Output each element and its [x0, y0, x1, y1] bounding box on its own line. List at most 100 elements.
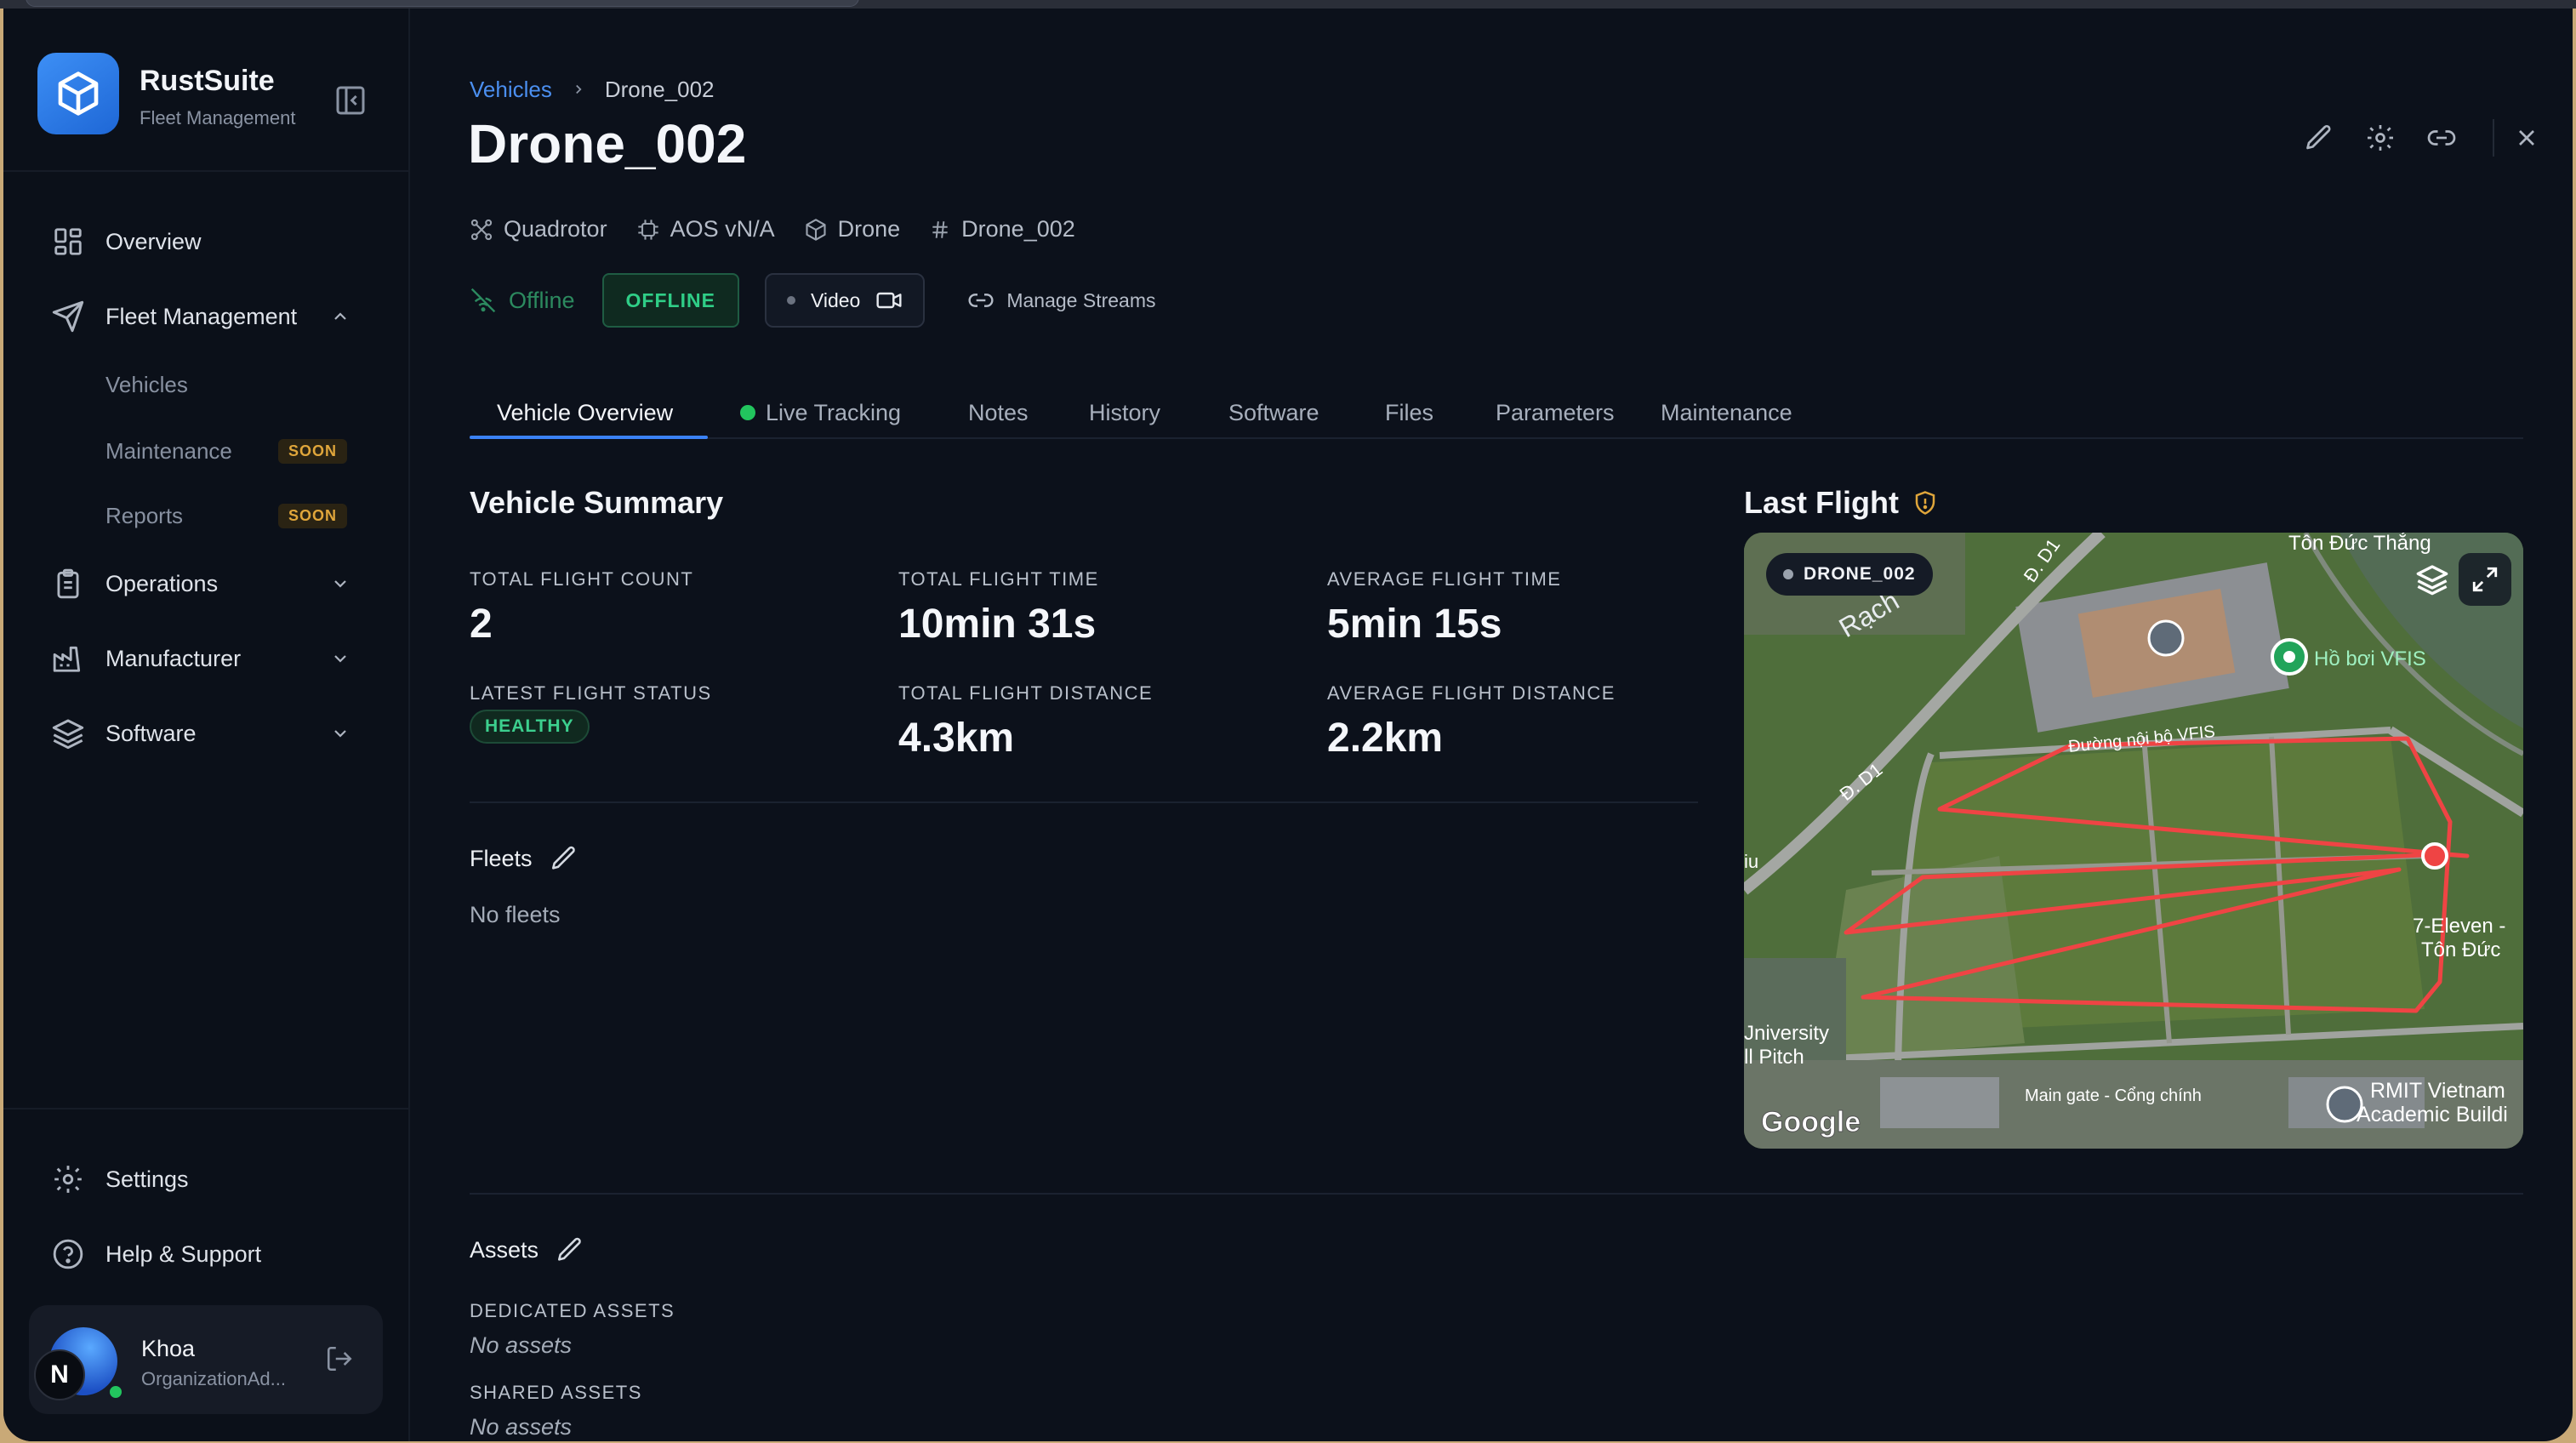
- nav-maintenance[interactable]: Maintenance SOON: [105, 427, 369, 475]
- edit-fleets-icon[interactable]: [550, 844, 578, 873]
- drone-icon: [470, 219, 493, 240]
- close-icon[interactable]: [2510, 121, 2544, 155]
- nav-fleet-management[interactable]: Fleet Management: [51, 291, 374, 342]
- meta-id: Drone_002: [929, 216, 1075, 242]
- breadcrumb-current: Drone_002: [604, 77, 715, 102]
- avg-flight-distance-label: AVERAGE FLIGHT DISTANCE: [1327, 682, 1616, 704]
- manage-streams-label: Manage Streams: [1006, 288, 1156, 311]
- map-label: Jniversity: [1744, 1022, 1829, 1045]
- school-pin-icon: [2147, 619, 2185, 657]
- video-button[interactable]: Video: [764, 273, 926, 328]
- total-flight-distance-label: TOTAL FLIGHT DISTANCE: [898, 682, 1154, 704]
- tab-label: Live Tracking: [766, 399, 902, 425]
- edit-pencil-icon[interactable]: [2302, 121, 2336, 155]
- tab-parameters[interactable]: Parameters: [1496, 386, 1615, 439]
- fleets-empty: No fleets: [470, 902, 561, 927]
- total-flight-count-label: TOTAL FLIGHT COUNT: [470, 568, 694, 590]
- map-vehicle-badge: DRONE_002: [1766, 553, 1933, 596]
- tab-history[interactable]: History: [1089, 386, 1160, 439]
- last-flight-map[interactable]: Tôn Đức Thắng Hồ bơi VFIS Đường nội bộ V…: [1744, 533, 2523, 1149]
- map-label: Main gate - Cổng chính: [2025, 1087, 2202, 1105]
- shield-warning-icon: [1915, 491, 1935, 515]
- chevron-right-icon: [571, 77, 586, 103]
- hash-icon: [932, 220, 948, 238]
- layers-icon[interactable]: [2406, 553, 2459, 606]
- vehicle-summary-title: Vehicle Summary: [470, 485, 724, 520]
- nav-software-label: Software: [105, 720, 197, 746]
- nav-operations-label: Operations: [105, 570, 219, 596]
- link-icon: [968, 294, 994, 307]
- nav-maintenance-label: Maintenance: [105, 437, 232, 464]
- current-position-marker[interactable]: [2421, 842, 2448, 870]
- factory-icon: [51, 642, 85, 676]
- tab-label: Maintenance: [1661, 399, 1792, 425]
- user-role: OrganizationAd...: [141, 1368, 286, 1389]
- assets-header: Assets: [470, 1235, 584, 1264]
- nav-software[interactable]: Software: [51, 708, 374, 759]
- tab-bar: Vehicle Overview Live Tracking Notes His…: [470, 378, 2523, 439]
- app-window: RustSuite Fleet Management Overview Flee…: [3, 9, 2573, 1441]
- total-flight-distance: 4.3km: [898, 716, 1015, 761]
- clipboard-icon: [51, 567, 85, 601]
- cube-logo-icon: [37, 53, 119, 134]
- breadcrumb-vehicles-link[interactable]: Vehicles: [470, 77, 552, 103]
- header-actions: [2300, 114, 2573, 162]
- nav-operations[interactable]: Operations: [51, 558, 374, 609]
- video-camera-icon: [876, 292, 902, 309]
- nav-vehicles-label: Vehicles: [105, 371, 188, 397]
- video-button-label: Video: [810, 288, 861, 311]
- meta-category: Drone: [804, 216, 900, 242]
- tab-software[interactable]: Software: [1228, 386, 1319, 439]
- soon-badge: SOON: [277, 504, 347, 528]
- tab-label: Software: [1228, 399, 1319, 425]
- manage-streams-link[interactable]: Manage Streams: [967, 287, 1156, 314]
- nav-vehicles[interactable]: Vehicles: [105, 361, 369, 408]
- assets-title: Assets: [470, 1236, 539, 1263]
- brand-subtitle: Fleet Management: [140, 107, 296, 128]
- last-flight-header: Last Flight: [1744, 485, 1938, 521]
- nav-manufacturer[interactable]: Manufacturer: [51, 633, 374, 684]
- user-card[interactable]: N Khoa OrganizationAd...: [29, 1305, 383, 1414]
- healthy-badge: HEALTHY: [470, 710, 590, 744]
- tab-live-tracking[interactable]: Live Tracking: [740, 386, 901, 439]
- nav-reports[interactable]: Reports SOON: [105, 492, 369, 539]
- nav-help[interactable]: Help & Support: [51, 1229, 374, 1280]
- tab-maintenance[interactable]: Maintenance: [1661, 386, 1792, 439]
- address-bar[interactable]: [26, 0, 859, 7]
- meta-id-label: Drone_002: [961, 216, 1075, 242]
- fleets-title: Fleets: [470, 845, 533, 871]
- help-circle-icon: [51, 1237, 85, 1271]
- nav-overview-label: Overview: [105, 228, 202, 254]
- status-row: Offline OFFLINE Video Manage Streams: [470, 272, 1156, 328]
- map-vehicle-badge-label: DRONE_002: [1804, 564, 1916, 584]
- grid-icon: [51, 225, 85, 259]
- tab-files[interactable]: Files: [1385, 386, 1433, 439]
- logout-icon[interactable]: [325, 1344, 356, 1375]
- sidebar-divider: [3, 1108, 410, 1109]
- badge-status-dot: [1783, 569, 1793, 579]
- nav-settings-label: Settings: [105, 1166, 189, 1192]
- chevron-up-icon: [330, 306, 350, 327]
- latest-flight-status-label: LATEST FLIGHT STATUS: [470, 682, 712, 704]
- last-flight-title: Last Flight: [1744, 485, 1899, 520]
- gear-icon[interactable]: [2363, 121, 2397, 155]
- nav-overview[interactable]: Overview: [51, 216, 374, 267]
- edit-assets-icon[interactable]: [556, 1235, 584, 1264]
- link-icon[interactable]: [2425, 121, 2459, 155]
- tab-vehicle-overview[interactable]: Vehicle Overview: [497, 386, 673, 439]
- meta-type: Quadrotor: [470, 216, 607, 242]
- tab-notes[interactable]: Notes: [968, 386, 1029, 439]
- layers-icon: [51, 716, 85, 750]
- total-flight-time: 10min 31s: [898, 602, 1097, 647]
- avg-flight-distance: 2.2km: [1327, 716, 1444, 761]
- map-label: Academic Buildi: [2357, 1103, 2508, 1126]
- wifi-off-icon: [470, 288, 496, 313]
- map-label: Hồ bơi VFIS: [2314, 647, 2426, 670]
- nav-settings[interactable]: Settings: [51, 1154, 374, 1205]
- tab-label: Files: [1385, 399, 1434, 425]
- avg-flight-time-label: AVERAGE FLIGHT TIME: [1327, 568, 1562, 590]
- collapse-sidebar-icon[interactable]: [333, 83, 368, 117]
- vehicle-meta: Quadrotor AOS vN/A Drone Drone_002: [470, 216, 1104, 242]
- section-divider: [470, 1193, 2523, 1195]
- fullscreen-icon[interactable]: [2459, 553, 2511, 606]
